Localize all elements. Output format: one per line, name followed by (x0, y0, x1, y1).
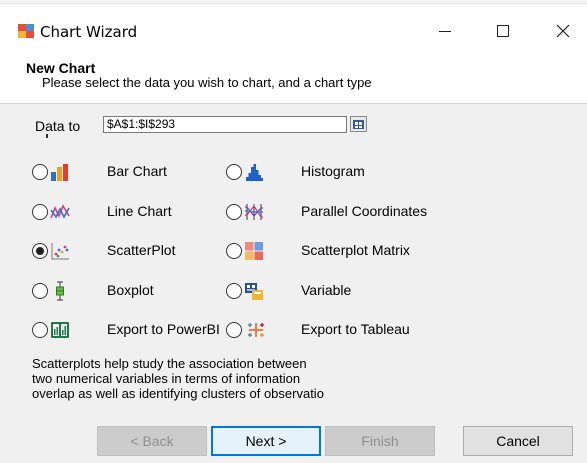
maximize-icon (497, 25, 509, 37)
next-button[interactable]: Next > (211, 426, 321, 456)
option-line-chart[interactable]: Line Chart (32, 200, 212, 224)
variable-radio[interactable] (226, 283, 242, 299)
window-title: Chart Wizard (40, 23, 138, 41)
export-powerbi-radio[interactable] (32, 322, 48, 338)
variable-label: Variable (301, 282, 352, 298)
header-subtitle: Please select the data you wish to chart… (42, 75, 372, 90)
close-icon (556, 24, 570, 38)
description-line-3: overlap as well as identifying clusters … (32, 386, 324, 401)
option-variable[interactable]: Variable (226, 279, 456, 303)
description-line-1: Scatterplots help study the association … (32, 356, 307, 371)
variable-icon (245, 283, 263, 300)
title-bar: Chart Wizard (0, 4, 587, 54)
line-chart-radio[interactable] (32, 204, 48, 220)
export-powerbi-label: Export to PowerBI (107, 321, 220, 337)
scatterplot-label: ScatterPlot (107, 242, 176, 258)
option-export-tableau[interactable]: Export to Tableau (206, 318, 436, 342)
finish-button[interactable]: Finish (325, 426, 435, 456)
export-tableau-label: Export to Tableau (301, 321, 410, 337)
tableau-icon (248, 323, 264, 337)
chart-description: Scatterplots help study the association … (32, 356, 362, 401)
boxplot-label: Boxplot (107, 282, 154, 298)
wizard-body: Data to $A$1:$I$293 Bar Chart Line Chart (0, 104, 587, 422)
back-button[interactable]: < Back (97, 426, 207, 456)
option-bar-chart[interactable]: Bar Chart (32, 160, 212, 184)
option-scatterplot[interactable]: ScatterPlot (32, 239, 212, 263)
label-tick-mark (46, 134, 48, 138)
histogram-icon (246, 164, 263, 181)
chart-wizard-app-icon (18, 24, 34, 38)
cancel-button[interactable]: Cancel (463, 426, 573, 456)
description-line-2: two numerical variables in terms of info… (32, 371, 301, 386)
scatter-plot-icon (51, 243, 69, 260)
boxplot-radio[interactable] (32, 283, 48, 299)
minimize-icon (439, 30, 451, 32)
data-range-label: Data to (35, 118, 81, 134)
wizard-footer: < Back Next > Finish Cancel (0, 422, 587, 463)
option-scatterplot-matrix[interactable]: Scatterplot Matrix (226, 239, 456, 263)
histogram-label: Histogram (301, 163, 365, 179)
line-chart-icon (50, 204, 70, 219)
data-range-input[interactable]: $A$1:$I$293 (103, 116, 347, 133)
scatterplot-radio[interactable] (32, 243, 48, 259)
scatterplot-matrix-label: Scatterplot Matrix (301, 242, 410, 258)
parallel-coordinates-radio[interactable] (226, 204, 242, 220)
bar-chart-icon (51, 164, 68, 181)
range-select-button[interactable] (350, 116, 367, 132)
scatterplot-matrix-radio[interactable] (226, 243, 242, 259)
close-button[interactable] (540, 8, 586, 54)
option-parallel-coordinates[interactable]: Parallel Coordinates (226, 200, 456, 224)
option-histogram[interactable]: Histogram (226, 160, 446, 184)
boxplot-icon (56, 281, 64, 301)
maximize-button[interactable] (480, 8, 526, 54)
scatterplot-matrix-icon (245, 242, 263, 260)
minimize-button[interactable] (422, 8, 468, 54)
bar-chart-radio[interactable] (32, 164, 48, 180)
header-title: New Chart (26, 60, 96, 76)
option-boxplot[interactable]: Boxplot (32, 279, 212, 303)
line-chart-label: Line Chart (107, 203, 172, 219)
option-export-powerbi[interactable]: Export to PowerBI (32, 318, 220, 342)
wizard-header: New Chart Please select the data you wis… (0, 54, 587, 104)
powerbi-icon (51, 322, 69, 338)
export-tableau-radio[interactable] (226, 322, 242, 338)
parallel-coordinates-icon (245, 204, 263, 220)
range-picker-icon (353, 119, 364, 129)
bar-chart-label: Bar Chart (107, 163, 167, 179)
parallel-coordinates-label: Parallel Coordinates (301, 203, 428, 219)
histogram-radio[interactable] (226, 164, 242, 180)
